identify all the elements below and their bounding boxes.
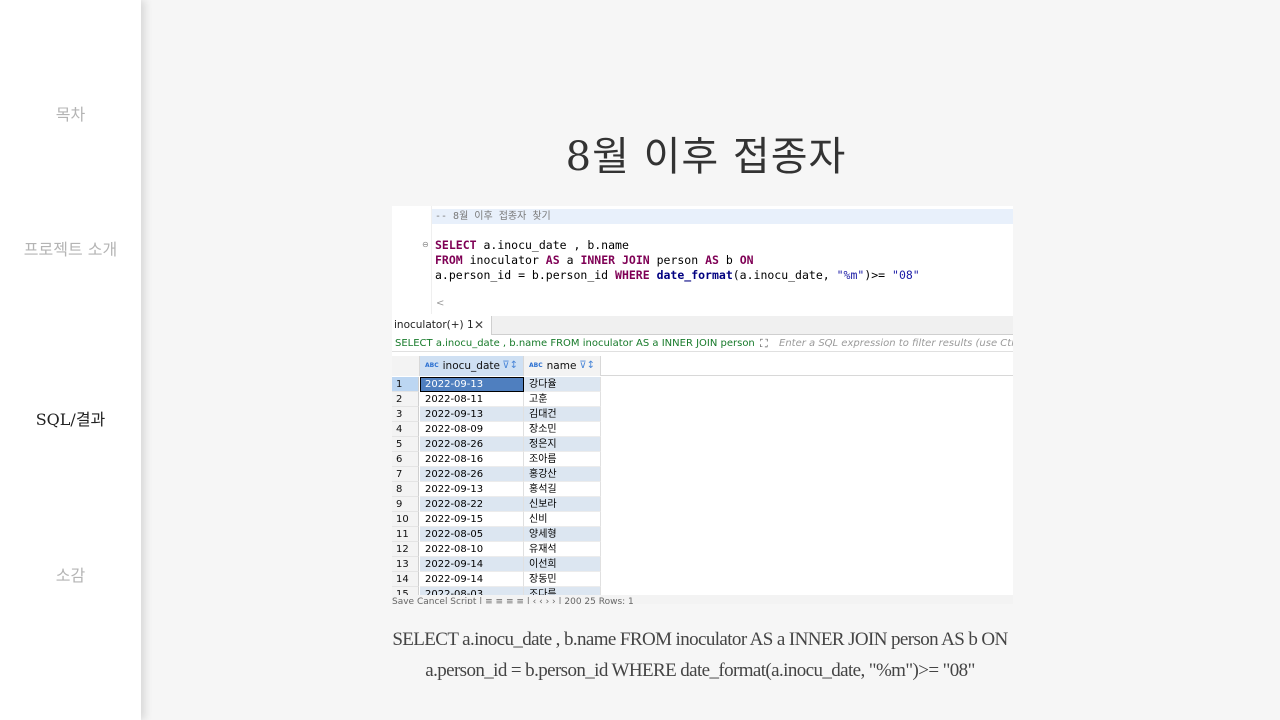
caption-line-1: SELECT a.inocu_date , b.name FROM inocul… [392,629,1008,650]
row-number[interactable]: 10 [392,512,419,527]
cell-name[interactable]: 고훈 [524,392,601,407]
row-number-header [392,356,420,376]
filter-input[interactable]: Enter a SQL expression to filter results… [779,336,1013,351]
row-number[interactable]: 1 [392,377,419,392]
cell-name[interactable]: 강다율 [524,377,601,392]
cell-inocu-date[interactable]: 2022-08-09 [420,422,524,437]
slide-title: 8월 이후 접종자 [565,134,847,180]
column-header-name[interactable]: ABC name ⊽↕ [524,356,601,376]
cell-inocu-date[interactable]: 2022-08-11 [420,392,524,407]
cell-name[interactable]: 장소민 [524,422,601,437]
text-type-icon: ABC [425,362,439,369]
cell-name[interactable]: 신비 [524,512,601,527]
code-line-select: SELECT a.inocu_date , b.name [435,238,629,252]
row-number[interactable]: 2 [392,392,419,407]
cell-name[interactable]: 양세형 [524,527,601,542]
cell-inocu-date[interactable]: 2022-09-13 [420,377,524,392]
row-number[interactable]: 7 [392,467,419,482]
row-number[interactable]: 11 [392,527,419,542]
result-tab[interactable]: inoculator(+) 1 ✕ [392,316,492,335]
cell-name[interactable]: 장동민 [524,572,601,587]
table-row[interactable]: 1 2022-09-13 강다율 [392,377,1013,392]
cell-name[interactable]: 홍강산 [524,467,601,482]
table-row[interactable]: 11 2022-08-05 양세형 [392,527,1013,542]
row-number[interactable]: 13 [392,557,419,572]
close-icon[interactable]: ✕ [474,316,484,335]
query-filter-bar: SELECT a.inocu_date , b.name FROM inocul… [392,336,1013,352]
editor-gutter [392,206,432,314]
cell-inocu-date[interactable]: 2022-09-14 [420,572,524,587]
row-number[interactable]: 3 [392,407,419,422]
nav-item-review[interactable]: 소감 [0,562,141,586]
grid-header: ABC inocu_date ⊽↕ ABC name ⊽↕ [392,356,1013,376]
row-number[interactable]: 4 [392,422,419,437]
expand-icon[interactable]: ⛶ [760,336,768,351]
row-number[interactable]: 5 [392,437,419,452]
nav-item-project-intro[interactable]: 프로젝트 소개 [0,236,141,260]
table-row[interactable]: 14 2022-09-14 장동민 [392,572,1013,587]
table-row[interactable]: 3 2022-09-13 김대건 [392,407,1013,422]
cell-inocu-date[interactable]: 2022-08-10 [420,542,524,557]
side-navigation: 목차 프로젝트 소개 SQL/결과 소감 [0,0,141,720]
cell-inocu-date[interactable]: 2022-08-16 [420,452,524,467]
cell-inocu-date[interactable]: 2022-08-05 [420,527,524,542]
cell-name[interactable]: 유재석 [524,542,601,557]
sort-filter-icon[interactable]: ⊽↕ [502,356,518,376]
cell-name[interactable]: 이선희 [524,557,601,572]
nav-item-sql-result[interactable]: SQL/결과 [0,406,141,430]
sql-client-screenshot: -- 8월 이후 접종자 찾기 ⊖ SELECT a.inocu_date , … [392,206,1013,604]
caption-line-2: a.person_id = b.person_id WHERE date_for… [425,660,975,681]
table-row[interactable]: 9 2022-08-22 신보라 [392,497,1013,512]
row-number[interactable]: 12 [392,542,419,557]
code-line-from: FROM inoculator AS a INNER JOIN person A… [435,253,754,267]
table-row[interactable]: 10 2022-09-15 신비 [392,512,1013,527]
table-row[interactable]: 8 2022-09-13 홍석길 [392,482,1013,497]
cell-inocu-date[interactable]: 2022-08-26 [420,467,524,482]
cell-name[interactable]: 홍석길 [524,482,601,497]
row-number[interactable]: 8 [392,482,419,497]
cell-name[interactable]: 신보라 [524,497,601,512]
column-header-inocu-date[interactable]: ABC inocu_date ⊽↕ [420,356,524,376]
code-comment: -- 8월 이후 접종자 찾기 [432,209,1013,224]
scroll-left-arrow-icon[interactable]: < [436,298,444,309]
row-number[interactable]: 6 [392,452,419,467]
result-tabbar: inoculator(+) 1 ✕ [392,316,1013,335]
table-row[interactable]: 4 2022-08-09 장소민 [392,422,1013,437]
table-row[interactable]: 12 2022-08-10 유재석 [392,542,1013,557]
table-row[interactable]: 6 2022-08-16 조아름 [392,452,1013,467]
code-line-where: a.person_id = b.person_id WHERE date_for… [435,268,920,282]
grid-toolbar[interactable]: Save Cancel Script | ≡ ≡ ≡ ≡ | ‹ ‹ › › |… [392,595,1013,604]
cell-inocu-date[interactable]: 2022-08-26 [420,437,524,452]
cell-name[interactable]: 조아름 [524,452,601,467]
cell-inocu-date[interactable]: 2022-08-22 [420,497,524,512]
row-number[interactable]: 9 [392,497,419,512]
executed-query-text: SELECT a.inocu_date , b.name FROM inocul… [395,338,755,349]
table-row[interactable]: 13 2022-09-14 이선희 [392,557,1013,572]
cell-inocu-date[interactable]: 2022-09-13 [420,407,524,422]
sql-editor[interactable]: -- 8월 이후 접종자 찾기 ⊖ SELECT a.inocu_date , … [392,206,1013,314]
cell-inocu-date[interactable]: 2022-09-13 [420,482,524,497]
nav-item-toc[interactable]: 목차 [0,101,141,125]
table-row[interactable]: 5 2022-08-26 정은지 [392,437,1013,452]
sort-filter-icon[interactable]: ⊽↕ [579,356,595,376]
cell-inocu-date[interactable]: 2022-09-15 [420,512,524,527]
text-type-icon: ABC [529,362,543,369]
cell-name[interactable]: 정은지 [524,437,601,452]
cell-inocu-date[interactable]: 2022-09-14 [420,557,524,572]
result-tab-label: inoculator(+) 1 [394,319,474,331]
cell-name[interactable]: 김대건 [524,407,601,422]
table-row[interactable]: 7 2022-08-26 홍강산 [392,467,1013,482]
fold-icon[interactable]: ⊖ [422,240,429,249]
table-row[interactable]: 2 2022-08-11 고훈 [392,392,1013,407]
row-number[interactable]: 14 [392,572,419,587]
